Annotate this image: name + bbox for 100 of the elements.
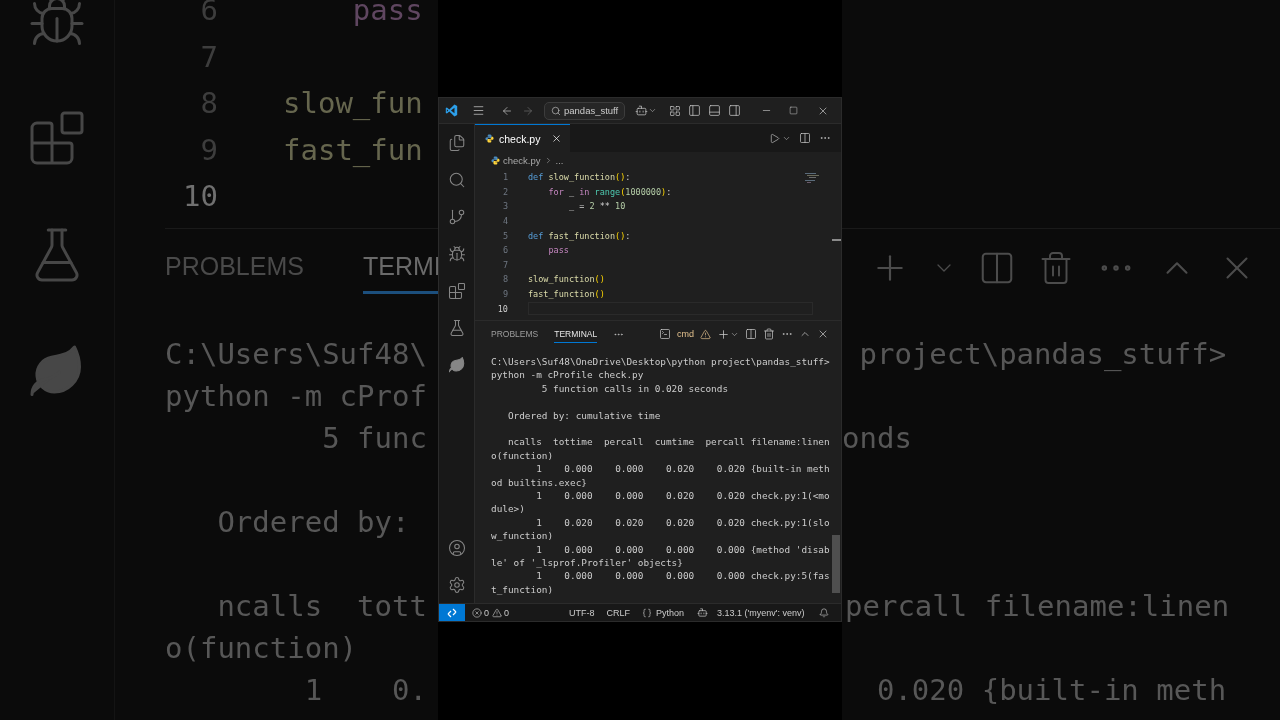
split-editor-icon[interactable] [799,132,811,144]
code-line: fast_function() [528,289,605,300]
minimap-drawing [805,173,819,183]
terminal-line: Ordered by: cumulative time [506,408,662,422]
terminal-line: 1 0.000 0.000 0.000 0.000 check.py:5(fas [535,569,831,583]
line-number: 3 [501,201,508,212]
terminal-line: python -m cProf [165,379,428,413]
line-number: 9 [501,289,508,300]
settings-icon[interactable] [447,575,466,594]
encoding-label[interactable]: UTF-8 [569,607,595,618]
warning-icon[interactable] [492,607,502,618]
error-icon[interactable] [472,607,482,618]
terminal-line: od builtins.exec} [491,475,588,490]
terminal-line: 1 0.000 0.000 0.020 0.020 check.py:1(<mo [535,489,831,503]
terminal-line: 1 0.000 0.000 0.000 0.000 {method 'disab [535,542,831,557]
flask-icon[interactable] [447,318,466,337]
trash-icon[interactable] [763,328,775,340]
plus-icon[interactable] [717,327,730,341]
terminal-line: C:\Users\Suf48\ [165,337,428,371]
bell-icon[interactable] [818,607,829,618]
code-line: _ = 2 ** 10 [567,201,626,212]
terminal-line: onds [842,421,913,455]
panel-tab[interactable]: TERMINAL [554,325,598,343]
line-number: 2 [501,186,508,197]
line-number: 4 [501,216,508,227]
code-line: slow_fun [283,86,424,121]
warning-icon[interactable] [700,328,711,340]
terminal-line: o(function) [491,448,555,463]
run-icon[interactable] [769,132,780,144]
python-icon [491,155,500,165]
source-control-icon[interactable] [447,207,466,226]
code-line: pass [547,245,569,256]
line-number: 8 [501,274,508,285]
app-logo-icon [445,104,458,117]
line-number: 10 [182,179,218,214]
code-line: for _ in range(1000000): [547,186,672,197]
terminal-line: dule>) [491,502,526,516]
maximize-icon[interactable] [789,106,798,115]
terminal-line: 5 function calls in 0.020 seconds [540,381,730,396]
robot-icon[interactable] [635,104,648,117]
code-editor[interactable]: 1 def slow_function(): 2 for _ in range(1000000): 3 _ = 2 ** 10 4 5 def fast_function(): 6 pass 7 8 slow_function() 9 fast_function() 10 [475,168,841,320]
close-icon[interactable] [817,328,829,340]
remote-button[interactable] [439,604,465,621]
code-line: def slow_function(): [528,172,631,183]
python-icon [485,134,494,143]
interpreter-label[interactable]: 3.13.1 ('myenv': venv) [717,607,805,618]
debug-icon[interactable] [447,244,466,263]
explorer-icon[interactable] [447,133,466,152]
shell-name[interactable]: cmd [677,329,694,339]
error-count[interactable]: 0 [484,607,489,618]
warning-count[interactable]: 0 [504,607,510,618]
terminal-line: percall filename:linen [844,589,1231,623]
scroll-marker [832,239,841,241]
layout-icon[interactable] [669,104,681,117]
terminal-line: C:\Users\Suf48\OneDrive\Desktop\python project\pandas_stuff> [491,355,831,369]
line-ending-label[interactable]: CRLF [606,607,631,618]
editor-tab[interactable]: check.py [475,124,571,152]
command-search-field[interactable]: pandas_stuff [544,101,625,120]
breadcrumb-item[interactable]: ... [555,154,564,166]
account-icon[interactable] [447,538,466,557]
sidebar-toggle-icon[interactable] [688,104,701,117]
terminal-line: Ordered by: [216,505,411,539]
leaf-icon[interactable] [447,355,466,374]
terminal-line: 5 func [321,421,428,455]
back-arrow-icon[interactable] [501,104,513,117]
terminal-line: 1 0.020 0.020 0.020 0.020 check.py:1(slo [535,515,831,530]
breadcrumb-item[interactable]: check.py [503,154,541,166]
line-number: 7 [501,259,508,270]
secondary-sidebar-icon[interactable] [728,104,741,117]
scrollbar-thumb[interactable] [832,535,840,593]
split-icon[interactable] [745,328,757,340]
code-line: pass [351,0,424,28]
language-label[interactable]: Python [656,607,685,618]
terminal-line: t_function) [491,582,555,597]
panel-toggle-icon[interactable] [708,104,721,117]
extensions-icon[interactable] [447,281,466,300]
terminal-line: w_function) [491,529,555,543]
search-icon[interactable] [447,170,466,189]
terminal-line: project\pandas_stuff> [858,337,1228,371]
terminal-line: 1 0.000 0.000 0.020 0.020 {built-in meth [535,462,831,476]
line-number: 1 [501,172,508,183]
terminal-line: 0.020 {built-in meth [875,673,1228,707]
line-number: 10 [496,303,508,314]
terminal-icon[interactable] [659,328,671,340]
remote-icon [447,607,457,618]
panel-tab[interactable]: PROBLEMS [491,325,539,343]
terminal-line: python -m cProfile check.py [491,368,645,382]
terminal-line: o(function) [165,631,359,665]
menu-icon[interactable] [472,104,485,117]
robot-icon[interactable] [697,607,709,618]
terminal-line: le' of '_lsprof.Profiler' objects} [491,556,684,570]
terminal-line: ncalls tottime percall cumtime percall filename:linen [506,435,831,449]
braces-icon[interactable] [642,607,653,618]
close-icon[interactable] [551,133,563,144]
code-line: slow_function() [528,274,605,285]
line-number: 5 [501,230,508,241]
chevron-down-icon[interactable] [648,106,657,115]
code-line: fast_fun [283,132,424,167]
search-icon [551,105,561,116]
code-line: def fast_function(): [528,230,631,241]
